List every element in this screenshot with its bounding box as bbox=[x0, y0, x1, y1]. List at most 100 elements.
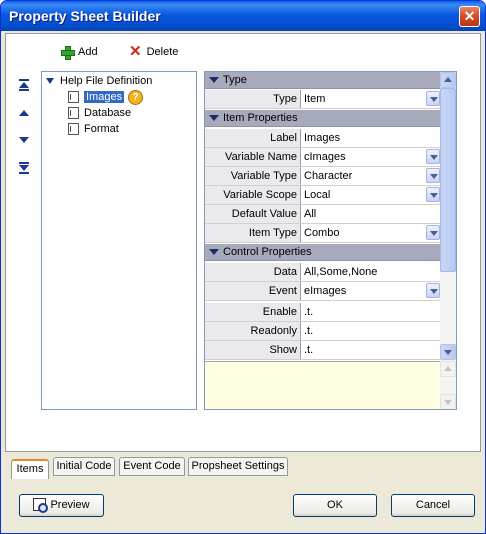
delete-button[interactable]: ✕ Delete bbox=[129, 43, 178, 61]
prop-label: Show bbox=[205, 341, 301, 359]
section-type[interactable]: Type bbox=[205, 72, 441, 89]
collapse-arrow-icon[interactable] bbox=[209, 77, 219, 83]
description-area bbox=[205, 361, 441, 409]
dropdown-arrow-icon[interactable] bbox=[426, 225, 440, 240]
prop-value: Item bbox=[304, 93, 326, 105]
dropdown-arrow-icon[interactable] bbox=[426, 168, 440, 183]
prop-value: eImages bbox=[304, 285, 347, 297]
dropdown-arrow-icon[interactable] bbox=[426, 283, 440, 298]
prop-row-show[interactable]: Show .t. bbox=[205, 341, 441, 360]
prop-row-variable-scope[interactable]: Variable Scope Local bbox=[205, 186, 441, 205]
section-label: Item Properties bbox=[223, 112, 298, 124]
property-grid[interactable]: Type Type Item Item Properties Label Ima… bbox=[204, 71, 457, 410]
move-bottom-icon[interactable] bbox=[18, 162, 30, 174]
prop-row-readonly[interactable]: Readonly .t. bbox=[205, 322, 441, 341]
scroll-down-arrow-icon bbox=[444, 400, 452, 405]
expand-arrow-icon[interactable] bbox=[46, 78, 54, 84]
prop-row-label[interactable]: Label Images bbox=[205, 129, 441, 148]
tab-propsheet-settings[interactable]: Propsheet Settings bbox=[188, 457, 288, 476]
section-label: Type bbox=[223, 74, 247, 86]
prop-row-variable-type[interactable]: Variable Type Character bbox=[205, 167, 441, 186]
prop-value: Combo bbox=[304, 227, 340, 239]
scroll-up-arrow-icon bbox=[444, 366, 452, 371]
dropdown-arrow-icon[interactable] bbox=[426, 91, 440, 106]
scroll-down-arrow-icon bbox=[444, 350, 452, 355]
scroll-down-button[interactable] bbox=[440, 344, 456, 360]
prop-label: Readonly bbox=[205, 322, 301, 340]
plus-icon bbox=[61, 46, 75, 60]
tree-item-images[interactable]: Images ? bbox=[68, 89, 144, 105]
property-item-icon bbox=[68, 107, 79, 119]
move-up-icon[interactable] bbox=[18, 107, 30, 119]
prop-row-item-type[interactable]: Item Type Combo bbox=[205, 224, 441, 243]
preview-button[interactable]: Preview bbox=[19, 494, 104, 517]
prop-label: Type bbox=[205, 90, 301, 108]
label-field[interactable]: Images bbox=[302, 129, 441, 147]
property-grid-scrollbar[interactable] bbox=[440, 72, 456, 361]
close-button[interactable]: ✕ bbox=[459, 6, 480, 27]
add-label: Add bbox=[78, 46, 98, 58]
tab-event-code[interactable]: Event Code bbox=[119, 457, 185, 476]
tree-item-label: Database bbox=[84, 107, 132, 119]
description-scrollbar[interactable] bbox=[440, 361, 456, 409]
prop-label: Variable Scope bbox=[205, 186, 301, 204]
tab-initial-code[interactable]: Initial Code bbox=[53, 457, 115, 476]
prop-label: Event bbox=[205, 282, 301, 300]
data-field[interactable]: All,Some,None bbox=[302, 263, 441, 281]
prop-label: Variable Type bbox=[205, 167, 301, 185]
variable-scope-combo[interactable]: Local bbox=[302, 186, 441, 204]
prop-row-enable[interactable]: Enable .t. bbox=[205, 303, 441, 322]
collapse-arrow-icon[interactable] bbox=[209, 249, 219, 255]
default-value-field[interactable]: All bbox=[302, 205, 441, 223]
delete-label: Delete bbox=[146, 46, 179, 58]
tree-item-label: Images bbox=[84, 91, 125, 103]
scroll-up-button[interactable] bbox=[440, 72, 456, 88]
scroll-thumb[interactable] bbox=[440, 88, 456, 272]
prop-label: Default Value bbox=[205, 205, 301, 223]
tree-item-database[interactable]: Database bbox=[68, 105, 131, 121]
prop-row-variable-name[interactable]: Variable Name cImages bbox=[205, 148, 441, 167]
prop-value: Local bbox=[304, 189, 331, 201]
add-button[interactable]: Add bbox=[61, 43, 98, 61]
dropdown-arrow-icon[interactable] bbox=[426, 149, 440, 164]
prop-label: Data bbox=[205, 263, 301, 281]
prop-label: Label bbox=[205, 129, 301, 147]
x-icon: ✕ bbox=[129, 43, 142, 60]
property-item-icon bbox=[68, 123, 79, 135]
cancel-button[interactable]: Cancel bbox=[391, 494, 475, 517]
section-control-properties[interactable]: Control Properties bbox=[205, 244, 441, 261]
tree-item-format[interactable]: Format bbox=[68, 121, 119, 137]
event-combo[interactable]: eImages bbox=[302, 282, 441, 300]
move-down-icon[interactable] bbox=[18, 134, 30, 146]
show-field[interactable]: .t. bbox=[302, 341, 441, 359]
enable-field[interactable]: .t. bbox=[302, 303, 441, 321]
move-top-icon[interactable] bbox=[18, 79, 30, 91]
property-item-icon bbox=[68, 91, 79, 103]
type-combo[interactable]: Item bbox=[302, 90, 441, 108]
prop-label: Enable bbox=[205, 303, 301, 321]
description-scroll-up-button[interactable] bbox=[440, 361, 456, 377]
variable-name-combo[interactable]: cImages bbox=[302, 148, 441, 166]
prop-row-default-value[interactable]: Default Value All bbox=[205, 205, 441, 224]
item-type-combo[interactable]: Combo bbox=[302, 224, 441, 242]
property-sheet-builder-window: Property Sheet Builder ✕ Add ✕ Delete He… bbox=[0, 0, 486, 534]
tree-item-label: Format bbox=[84, 123, 119, 135]
prop-row-event[interactable]: Event eImages bbox=[205, 282, 441, 301]
section-item-properties[interactable]: Item Properties bbox=[205, 110, 441, 127]
prop-value: Character bbox=[304, 170, 353, 182]
prop-row-type[interactable]: Type Item bbox=[205, 90, 441, 109]
ok-button[interactable]: OK bbox=[293, 494, 377, 517]
variable-type-combo[interactable]: Character bbox=[302, 167, 441, 185]
readonly-field[interactable]: .t. bbox=[302, 322, 441, 340]
tree-root-label: Help File Definition bbox=[60, 75, 153, 87]
prop-row-data[interactable]: Data All,Some,None bbox=[205, 263, 441, 282]
prop-value: cImages bbox=[304, 151, 346, 163]
description-scroll-down-button[interactable] bbox=[440, 394, 456, 409]
tree-root[interactable]: Help File Definition bbox=[46, 73, 152, 89]
collapse-arrow-icon[interactable] bbox=[209, 115, 219, 121]
item-tree[interactable]: Help File Definition Images ? Database F… bbox=[41, 71, 197, 410]
dropdown-arrow-icon[interactable] bbox=[426, 187, 440, 202]
tab-items[interactable]: Items bbox=[11, 459, 49, 479]
help-icon[interactable]: ? bbox=[128, 89, 144, 105]
title-bar[interactable]: Property Sheet Builder ✕ bbox=[1, 1, 485, 31]
